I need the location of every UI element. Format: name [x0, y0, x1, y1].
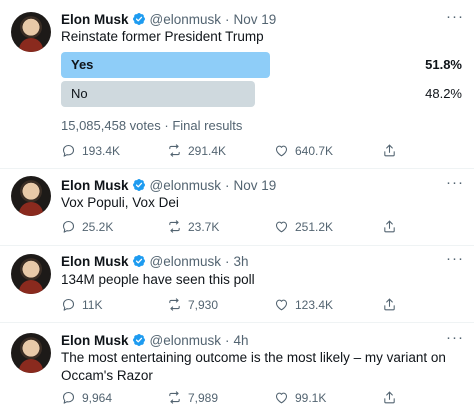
divider: [0, 322, 474, 323]
share-icon: [382, 390, 397, 405]
separator: ·: [225, 11, 230, 27]
author-name[interactable]: Elon Musk: [61, 254, 129, 269]
avatar[interactable]: [11, 254, 51, 294]
author-handle[interactable]: @elonmusk: [150, 254, 221, 269]
retweet-button[interactable]: 291.4K: [167, 143, 226, 158]
reply-icon: [61, 297, 76, 312]
author-name[interactable]: Elon Musk: [61, 12, 129, 27]
reply-count: 11K: [82, 297, 103, 312]
retweet-button[interactable]: 7,989: [167, 390, 218, 405]
poll-option-label-yes: Yes: [71, 57, 94, 72]
share-button[interactable]: [382, 390, 403, 405]
separator: ·: [225, 332, 230, 348]
separator: ·: [164, 118, 169, 133]
reply-button[interactable]: 9,964: [61, 390, 112, 405]
author-handle[interactable]: @elonmusk: [150, 333, 221, 348]
poll-option-label-no: No: [71, 86, 88, 101]
tweet-text: 134M people have seen this poll: [61, 272, 255, 287]
like-count: 640.7K: [295, 143, 334, 158]
like-button[interactable]: 123.4K: [274, 297, 333, 312]
share-icon: [382, 219, 397, 234]
like-icon: [274, 297, 289, 312]
reply-icon: [61, 143, 76, 158]
avatar[interactable]: [11, 333, 51, 373]
retweet-button[interactable]: 23.7K: [167, 219, 219, 234]
poll-status: Final results: [172, 118, 243, 133]
divider: [0, 168, 474, 169]
tweet-actions: 9,964 7,989 99.1K: [61, 390, 461, 408]
retweet-icon: [167, 143, 182, 158]
timestamp[interactable]: 3h: [234, 254, 249, 269]
tweet[interactable]: Elon Musk @elonmusk · 4h ··· The most en…: [0, 0, 474, 405]
avatar[interactable]: [11, 176, 51, 216]
share-button[interactable]: [382, 297, 403, 312]
poll-option-bar-no: [61, 81, 255, 107]
verified-badge-icon: [132, 333, 146, 347]
tweet-header: Elon Musk @elonmusk · Nov 19: [61, 10, 276, 28]
share-icon: [382, 143, 397, 158]
reply-button[interactable]: 193.4K: [61, 143, 120, 158]
author-name[interactable]: Elon Musk: [61, 333, 129, 348]
tweet-actions: 193.4K 291.4K 640.7K: [61, 143, 461, 161]
like-button[interactable]: 640.7K: [274, 143, 333, 158]
retweet-icon: [167, 219, 182, 234]
reply-icon: [61, 219, 76, 234]
like-count: 251.2K: [295, 219, 334, 234]
tweet-text: The most entertaining outcome is the mos…: [61, 350, 446, 383]
like-icon: [274, 390, 289, 405]
tweet-poll[interactable]: Elon Musk @elonmusk · Nov 19 ··· Reinsta…: [0, 0, 474, 172]
tweet-actions: 25.2K 23.7K 251.2K: [61, 219, 461, 237]
divider: [0, 245, 474, 246]
tweet-header: Elon Musk @elonmusk · 4h: [61, 331, 249, 349]
verified-badge-icon: [132, 12, 146, 26]
poll-summary: 15,085,458 votes · Final results: [61, 118, 242, 133]
separator: ·: [225, 177, 230, 193]
like-count: 99.1K: [295, 390, 327, 405]
more-options-icon[interactable]: ···: [446, 9, 464, 24]
more-options-icon[interactable]: ···: [446, 251, 464, 266]
reply-button[interactable]: 11K: [61, 297, 102, 312]
author-handle[interactable]: @elonmusk: [150, 178, 221, 193]
tweet-actions: 11K 7,930 123.4K: [61, 297, 461, 315]
tweet-header: Elon Musk @elonmusk · Nov 19: [61, 176, 276, 194]
poll-option-percent-yes: 51.8%: [425, 57, 462, 72]
more-options-icon[interactable]: ···: [446, 175, 464, 190]
timestamp[interactable]: 4h: [234, 333, 249, 348]
retweet-count: 7,989: [188, 390, 219, 405]
separator: ·: [225, 253, 230, 269]
reply-count: 193.4K: [82, 143, 121, 158]
like-button[interactable]: 251.2K: [274, 219, 333, 234]
verified-badge-icon: [132, 178, 146, 192]
author-name[interactable]: Elon Musk: [61, 178, 129, 193]
retweet-count: 23.7K: [188, 219, 220, 234]
avatar[interactable]: [11, 12, 51, 52]
verified-badge-icon: [132, 254, 146, 268]
reply-icon: [61, 390, 76, 405]
reply-count: 9,964: [82, 390, 113, 405]
share-button[interactable]: [382, 143, 403, 158]
poll-option-percent-no: 48.2%: [425, 86, 462, 101]
timestamp[interactable]: Nov 19: [234, 178, 277, 193]
reply-button[interactable]: 25.2K: [61, 219, 113, 234]
like-icon: [274, 143, 289, 158]
retweet-button[interactable]: 7,930: [167, 297, 218, 312]
share-button[interactable]: [382, 219, 403, 234]
like-icon: [274, 219, 289, 234]
reply-count: 25.2K: [82, 219, 114, 234]
timestamp[interactable]: Nov 19: [234, 12, 277, 27]
author-handle[interactable]: @elonmusk: [150, 12, 221, 27]
tweet-header: Elon Musk @elonmusk · 3h: [61, 252, 249, 270]
poll-votes: 15,085,458 votes: [61, 118, 161, 133]
retweet-icon: [167, 390, 182, 405]
like-button[interactable]: 99.1K: [274, 390, 326, 405]
retweet-count: 291.4K: [188, 143, 227, 158]
retweet-icon: [167, 297, 182, 312]
like-count: 123.4K: [295, 297, 334, 312]
more-options-icon[interactable]: ···: [446, 330, 464, 345]
tweet-text: Vox Populi, Vox Dei: [61, 195, 179, 210]
share-icon: [382, 297, 397, 312]
retweet-count: 7,930: [188, 297, 219, 312]
tweet-text: Reinstate former President Trump: [61, 29, 264, 44]
